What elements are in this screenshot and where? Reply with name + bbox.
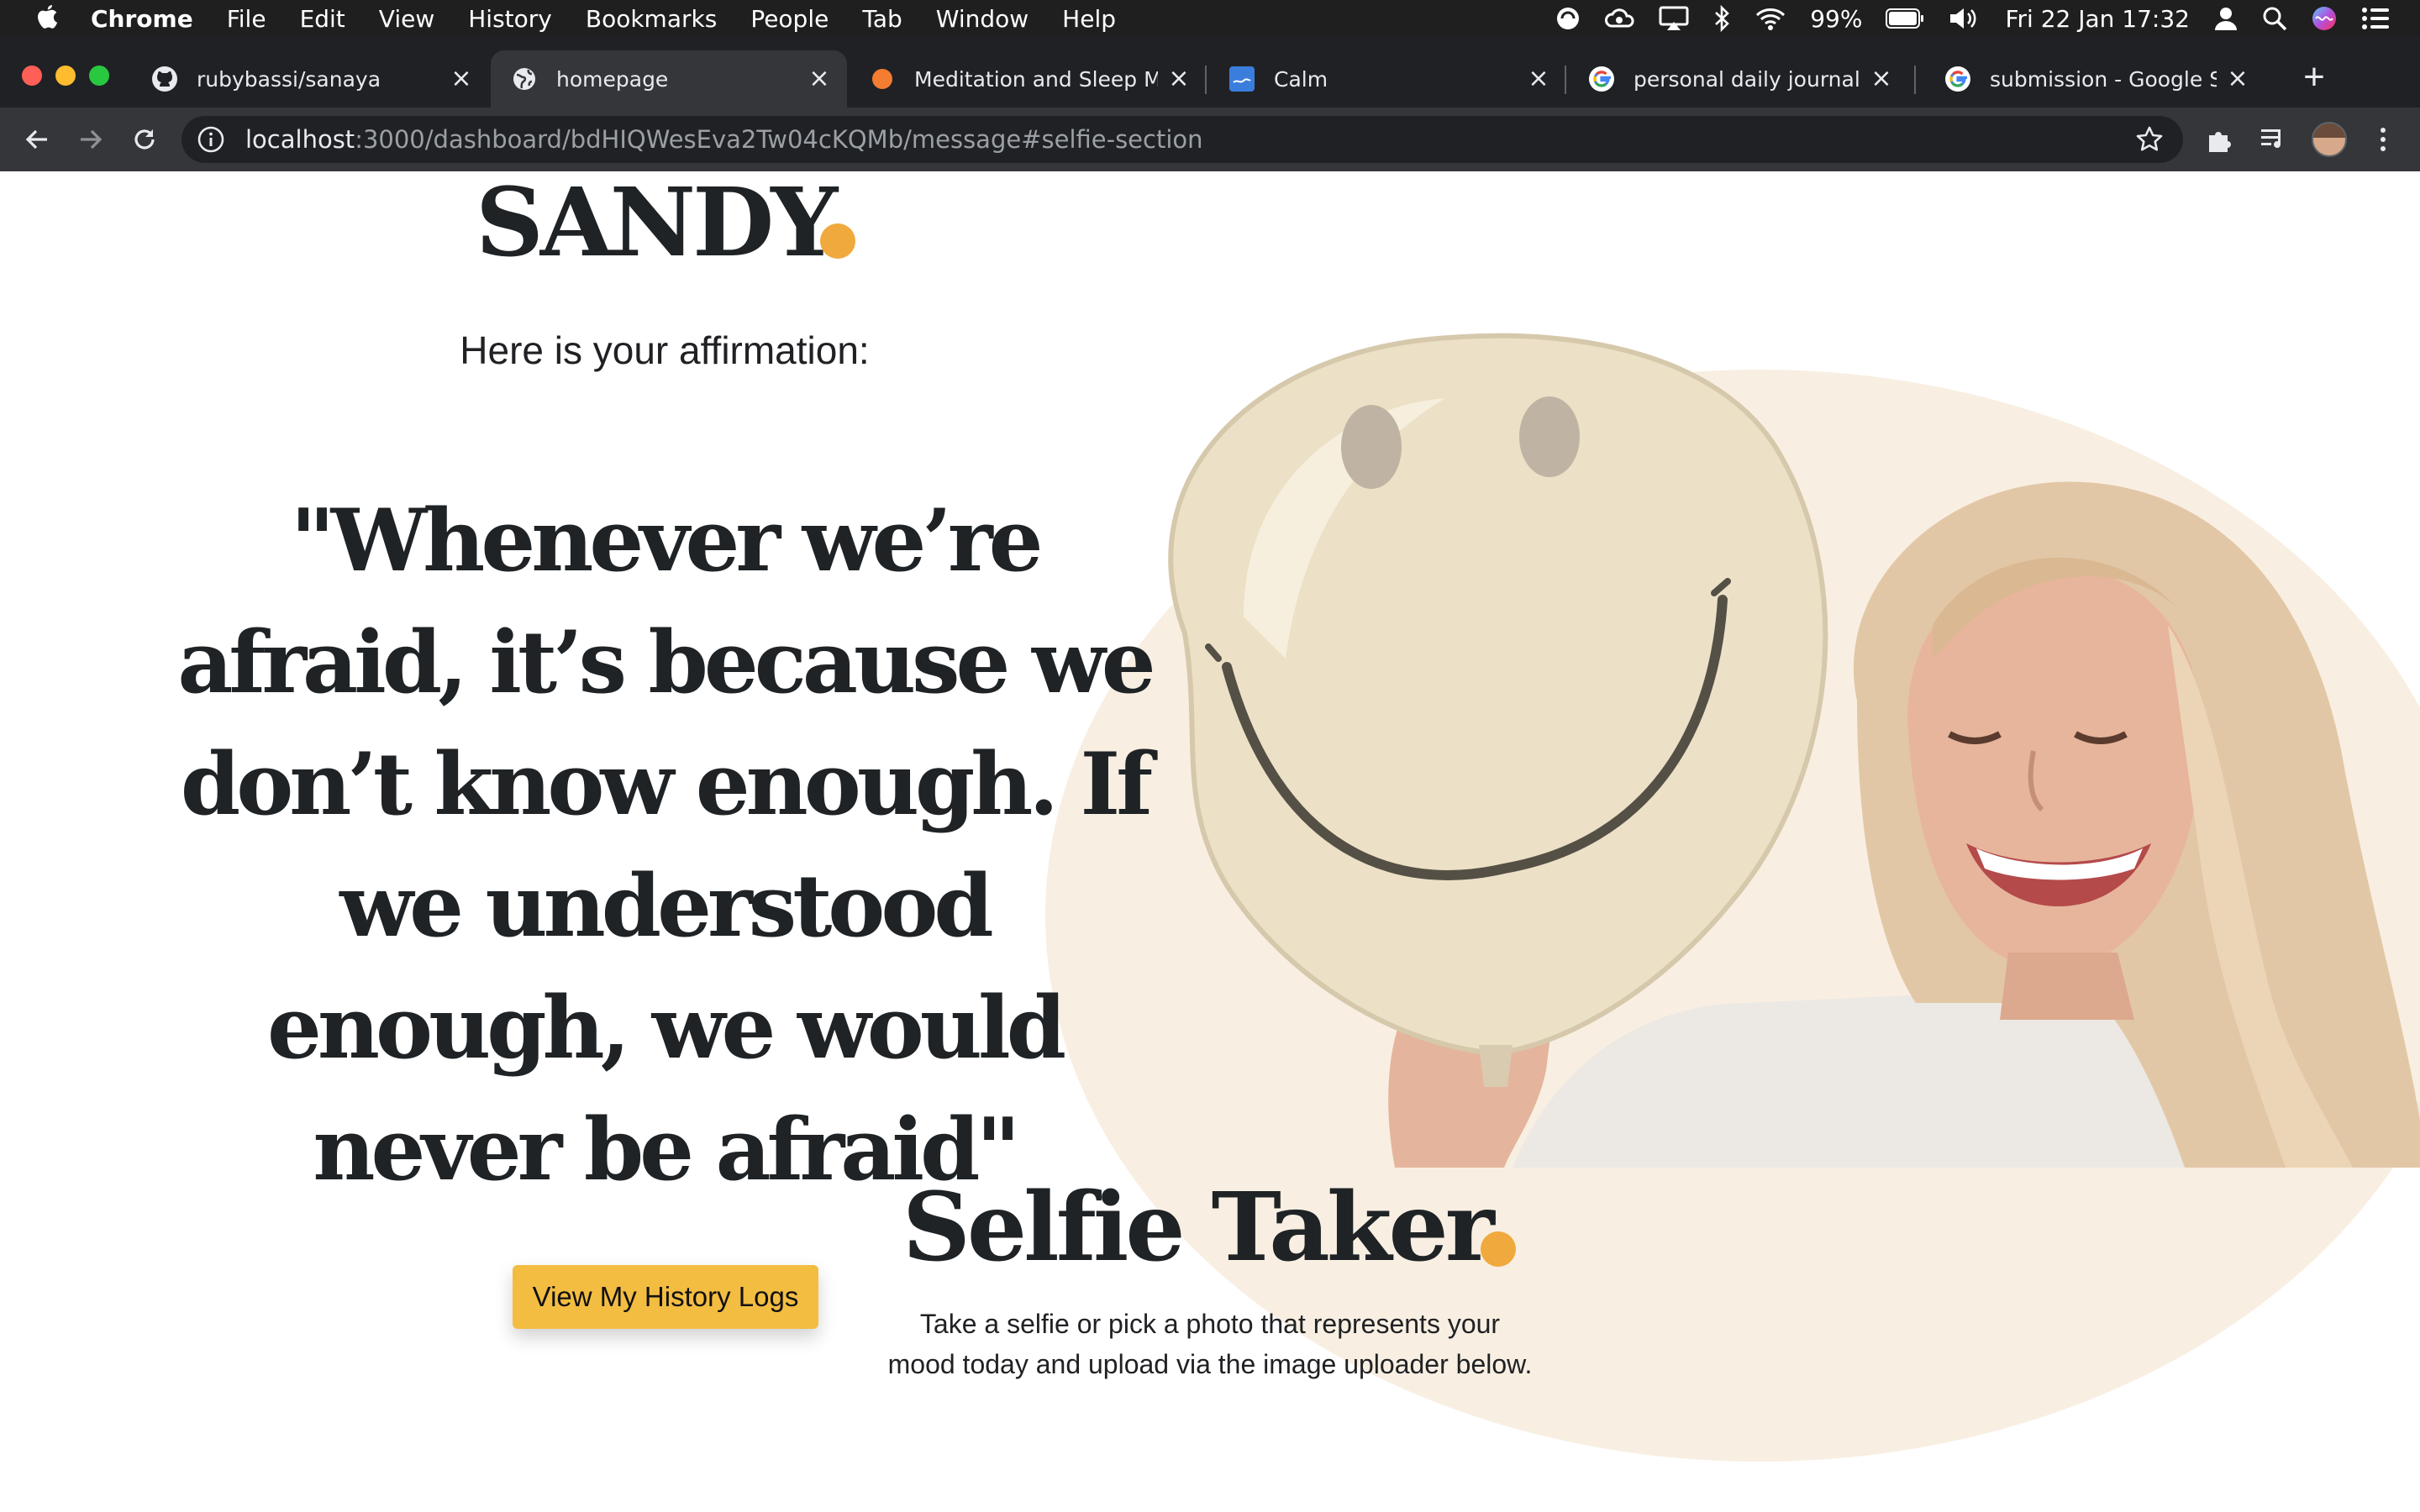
- extensions-puzzle-icon[interactable]: [2202, 121, 2238, 158]
- close-tab-icon[interactable]: ×: [1166, 66, 1192, 92]
- forward-arrow-icon[interactable]: [72, 121, 109, 158]
- apple-logo-icon[interactable]: [34, 3, 60, 34]
- affirmation-intro: Here is your affirmation:: [460, 328, 870, 372]
- address-bar[interactable]: localhost:3000/dashboard/bdHIQWesEva2Tw0…: [182, 116, 2183, 163]
- selfie-description-line: mood today and upload via the image uplo…: [887, 1349, 1533, 1379]
- battery-percent: 99%: [1810, 4, 1863, 33]
- github-icon: [151, 66, 178, 92]
- new-tab-plus-icon[interactable]: +: [2296, 59, 2333, 96]
- media-control-icon[interactable]: [2255, 121, 2292, 158]
- page-content: SANDY Here is your affirmation: "Wheneve…: [0, 171, 2420, 1512]
- url-path: :3000/dashboard/bdHIQWesEva2Tw04cKQMb/me…: [355, 125, 1203, 154]
- globe-icon: [511, 66, 538, 92]
- fullscreen-window-button[interactable]: [89, 66, 109, 86]
- close-window-button[interactable]: [22, 66, 42, 86]
- clock-datetime[interactable]: Fri 22 Jan 17:32: [2005, 5, 2190, 33]
- menu-view[interactable]: View: [379, 5, 434, 33]
- profile-avatar[interactable]: [2311, 121, 2348, 158]
- accent-dot: [820, 223, 855, 259]
- google-icon: [1944, 66, 1971, 92]
- menu-bookmarks[interactable]: Bookmarks: [586, 5, 717, 33]
- menu-help[interactable]: Help: [1062, 5, 1116, 33]
- wifi-icon[interactable]: [1754, 6, 1786, 31]
- tab-rubybassi-sanaya[interactable]: rubybassi/sanaya ×: [131, 50, 489, 108]
- selfie-description: Take a selfie or pick a photo that repre…: [840, 1304, 1580, 1384]
- menu-tab[interactable]: Tab: [862, 5, 902, 33]
- site-info-icon[interactable]: [197, 125, 225, 154]
- headspace-icon: [869, 66, 896, 92]
- close-tab-icon[interactable]: ×: [2225, 66, 2250, 92]
- tab-meditation[interactable]: Meditation and Sleep Made Simple ×: [849, 50, 1207, 108]
- browser-toolbar: localhost:3000/dashboard/bdHIQWesEva2Tw0…: [0, 108, 2420, 171]
- bluetooth-icon[interactable]: [1712, 5, 1731, 32]
- creative-cloud-icon[interactable]: [1605, 6, 1635, 31]
- menu-history[interactable]: History: [468, 5, 552, 33]
- macos-menu-bar: Chrome File Edit View History Bookmarks …: [0, 0, 2420, 37]
- selfie-taker-heading: Selfie Taker: [902, 1173, 1495, 1283]
- menu-window[interactable]: Window: [936, 5, 1028, 33]
- tab-title: Meditation and Sleep Made Simple: [914, 66, 1158, 92]
- tab-title: submission - Google Search: [1990, 66, 2217, 92]
- close-tab-icon[interactable]: ×: [1869, 66, 1894, 92]
- view-history-logs-button[interactable]: View My History Logs: [513, 1265, 818, 1329]
- url-text[interactable]: localhost:3000/dashboard/bdHIQWesEva2Tw0…: [245, 125, 1203, 154]
- url-host: localhost: [245, 125, 355, 154]
- tab-title: homepage: [556, 66, 669, 92]
- siri-icon[interactable]: [2311, 5, 2338, 32]
- airplay-icon[interactable]: [1659, 6, 1689, 31]
- menu-file[interactable]: File: [227, 5, 266, 33]
- bookmark-star-icon[interactable]: [2134, 124, 2165, 155]
- tab-homepage[interactable]: homepage ×: [491, 50, 847, 108]
- battery-icon[interactable]: [1886, 8, 1924, 29]
- affirmation-quote: "Whenever we’re afraid, it’s because we …: [177, 491, 1155, 1200]
- tab-title: rubybassi/sanaya: [197, 66, 381, 92]
- control-center-icon[interactable]: [2361, 7, 2390, 30]
- tab-separator: [1914, 66, 1916, 94]
- menu-app-name[interactable]: Chrome: [91, 5, 193, 33]
- profile-avatar-image: [2312, 122, 2347, 157]
- status-app-icon[interactable]: [1555, 5, 1581, 32]
- accent-dot: [1481, 1231, 1516, 1267]
- browser-menu-kebab-icon[interactable]: [2365, 121, 2402, 158]
- google-icon: [1588, 66, 1615, 92]
- volume-icon[interactable]: [1948, 6, 1981, 31]
- reload-icon[interactable]: [126, 121, 163, 158]
- close-tab-icon[interactable]: ×: [449, 66, 474, 92]
- close-tab-icon[interactable]: ×: [1526, 66, 1551, 92]
- user-name-heading: SANDY: [476, 171, 838, 278]
- minimize-window-button[interactable]: [55, 66, 76, 86]
- user-icon[interactable]: [2213, 6, 2238, 31]
- tab-personal-daily-journal[interactable]: personal daily journal - Google Search ×: [1568, 50, 1909, 108]
- tab-separator: [1205, 66, 1207, 94]
- calm-icon: [1228, 66, 1255, 92]
- selfie-description-line: Take a selfie or pick a photo that repre…: [919, 1309, 1501, 1339]
- back-arrow-icon[interactable]: [18, 121, 55, 158]
- tab-separator: [1565, 66, 1566, 94]
- spotlight-search-icon[interactable]: [2262, 6, 2287, 31]
- tab-title: personal daily journal - Google Search: [1634, 66, 1860, 92]
- menu-edit[interactable]: Edit: [300, 5, 345, 33]
- tab-title: Calm: [1274, 66, 1328, 92]
- tab-calm[interactable]: Calm ×: [1208, 50, 1566, 108]
- close-tab-icon[interactable]: ×: [807, 66, 832, 92]
- menu-people[interactable]: People: [750, 5, 829, 33]
- tab-submission-search[interactable]: submission - Google Search ×: [1924, 50, 2265, 108]
